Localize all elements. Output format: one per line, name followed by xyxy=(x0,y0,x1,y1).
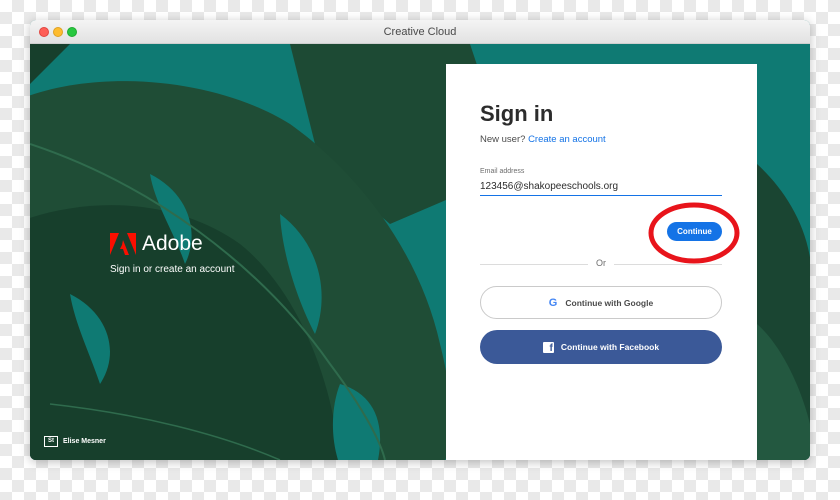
adobe-stock-icon: St xyxy=(44,436,58,447)
facebook-button-label: Continue with Facebook xyxy=(560,342,660,352)
adobe-logo-icon xyxy=(110,233,136,255)
continue-button[interactable]: Continue xyxy=(667,222,722,241)
email-field[interactable] xyxy=(480,178,722,196)
adobe-brand: Adobe Sign in or create an account xyxy=(110,232,235,275)
window-content: Adobe Sign in or create an account St El… xyxy=(30,44,810,460)
credit-name: Elise Mesner xyxy=(63,438,106,445)
divider-right xyxy=(614,264,722,265)
app-window: Creative Cloud Adobe Sign in or create a… xyxy=(30,20,810,460)
photo-credit: St Elise Mesner xyxy=(44,436,106,447)
new-user-prompt: New user? Create an account xyxy=(480,134,606,145)
facebook-icon: f xyxy=(542,341,554,353)
google-icon: G xyxy=(548,296,558,309)
email-label: Email address xyxy=(480,168,525,175)
google-button-label: Continue with Google xyxy=(565,297,654,308)
signin-card: Sign in New user? Create an account Emai… xyxy=(446,64,757,460)
or-separator: Or xyxy=(596,258,606,268)
brand-subtitle: Sign in or create an account xyxy=(110,264,235,275)
title-bar: Creative Cloud xyxy=(30,20,810,44)
create-account-link[interactable]: Create an account xyxy=(528,134,606,145)
divider-left xyxy=(480,264,588,265)
signin-title: Sign in xyxy=(480,101,554,126)
brand-name: Adobe xyxy=(142,232,203,255)
window-title: Creative Cloud xyxy=(383,26,457,38)
continue-with-google-button[interactable]: G Continue with Google xyxy=(480,286,722,319)
new-user-label: New user? xyxy=(480,134,526,145)
continue-with-facebook-button[interactable]: f Continue with Facebook xyxy=(480,330,722,364)
